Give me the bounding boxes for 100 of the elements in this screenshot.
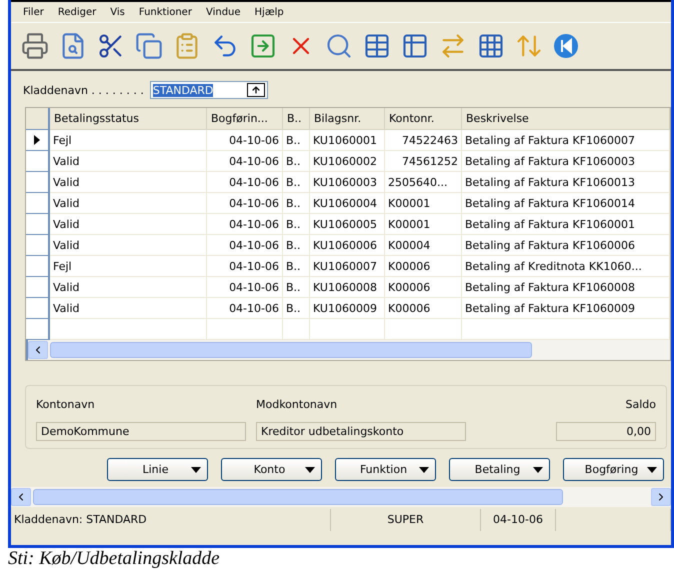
table-cell: K00001 bbox=[385, 193, 462, 214]
table-cell: B.. bbox=[283, 193, 310, 214]
table-cell: Betaling af Faktura KF1060014 bbox=[462, 193, 670, 214]
info-field: Kreditor udbetalingskonto bbox=[256, 422, 466, 441]
table-cell: 04-10-06 bbox=[207, 151, 283, 172]
table-cell: Betaling af Kreditnota KK1060... bbox=[462, 256, 670, 277]
copy-icon[interactable] bbox=[135, 32, 163, 60]
column-header[interactable]: Bilagsnr. bbox=[310, 108, 385, 130]
menu-item[interactable]: Hjælp bbox=[254, 6, 284, 18]
status-text: SUPER bbox=[331, 509, 481, 531]
menu-button[interactable]: Linie bbox=[107, 458, 208, 481]
caret-icon bbox=[533, 466, 543, 472]
table-cell: Betaling af Faktura KF1060003 bbox=[462, 151, 670, 172]
table-cell: B.. bbox=[283, 214, 310, 235]
menu-button[interactable]: Konto bbox=[221, 458, 322, 481]
menu-item[interactable]: Vindue bbox=[206, 6, 241, 18]
table-cell: B.. bbox=[283, 277, 310, 298]
table-cell: Betaling af Faktura KF1060013 bbox=[462, 172, 670, 193]
table-cell: 04-10-06 bbox=[207, 235, 283, 256]
table-cell: KU1060008 bbox=[310, 277, 385, 298]
table-cell: 04-10-06 bbox=[207, 193, 283, 214]
scroll-thumb[interactable] bbox=[33, 489, 563, 505]
table-cell: Valid bbox=[50, 298, 207, 319]
lookup-icon[interactable] bbox=[246, 83, 265, 97]
header-corner bbox=[26, 108, 50, 130]
search-icon[interactable] bbox=[325, 32, 353, 60]
column-header[interactable]: B.. bbox=[283, 108, 310, 130]
table-cell: B.. bbox=[283, 256, 310, 277]
caret-icon bbox=[305, 466, 315, 472]
table-icon[interactable] bbox=[363, 32, 391, 60]
table-cell: K00006 bbox=[385, 256, 462, 277]
column-header[interactable]: Kontonr. bbox=[385, 108, 462, 130]
column-header[interactable]: Bogførin... bbox=[207, 108, 283, 130]
table-cell: KU1060006 bbox=[310, 235, 385, 256]
menu-button[interactable]: Betaling bbox=[449, 458, 550, 481]
table-cell: Valid bbox=[50, 151, 207, 172]
menu-item[interactable]: Filer bbox=[23, 6, 44, 18]
caption: Sti: Køb/Udbetalingskladde bbox=[7, 548, 221, 570]
scroll-corner bbox=[26, 340, 28, 360]
table-cell: Valid bbox=[50, 277, 207, 298]
menu-item[interactable]: Rediger bbox=[58, 6, 96, 18]
info-field: 0,00 bbox=[556, 422, 656, 441]
table-cell: 74522463 bbox=[385, 130, 462, 151]
back-circle-icon[interactable] bbox=[553, 33, 579, 59]
status-text: Kladdenavn: STANDARD bbox=[11, 509, 331, 531]
status-text: 04-10-06 bbox=[481, 509, 556, 531]
table-cell: 04-10-06 bbox=[207, 298, 283, 319]
column-header[interactable]: Beskrivelse bbox=[462, 108, 670, 130]
table-cell: 04-10-06 bbox=[207, 214, 283, 235]
row-indicator[interactable] bbox=[26, 130, 50, 151]
table-cell: Betaling af Faktura KF1060008 bbox=[462, 277, 670, 298]
table-cell: 04-10-06 bbox=[207, 256, 283, 277]
table-cell: K00006 bbox=[385, 277, 462, 298]
scroll-left-icon[interactable] bbox=[28, 341, 48, 359]
table-cell: KU1060009 bbox=[310, 298, 385, 319]
info-label: Modkontonavn bbox=[256, 397, 338, 413]
table-cell: Fejl bbox=[50, 130, 207, 151]
menu-item[interactable]: Vis bbox=[110, 6, 125, 18]
table-cell: 04-10-06 bbox=[207, 172, 283, 193]
table-icon[interactable] bbox=[401, 32, 429, 60]
column-header[interactable]: Betalingsstatus bbox=[50, 108, 207, 130]
table-cell: 04-10-06 bbox=[207, 130, 283, 151]
table-cell: B.. bbox=[283, 151, 310, 172]
table-cell: B.. bbox=[283, 298, 310, 319]
info-label: Kontonavn bbox=[36, 397, 96, 413]
table-cell: KU1060005 bbox=[310, 214, 385, 235]
scroll-right-icon[interactable] bbox=[651, 488, 671, 506]
table-cell: K00004 bbox=[385, 235, 462, 256]
menu-item[interactable]: Funktioner bbox=[138, 6, 192, 18]
table-cell: B.. bbox=[283, 235, 310, 256]
table-cell: K00001 bbox=[385, 214, 462, 235]
scroll-thumb[interactable] bbox=[50, 342, 532, 358]
scroll-left-icon[interactable] bbox=[11, 488, 31, 506]
row-pointer-icon bbox=[34, 135, 40, 145]
caret-icon bbox=[647, 466, 657, 472]
table-cell: Valid bbox=[50, 193, 207, 214]
table-cell: KU1060007 bbox=[310, 256, 385, 277]
table-cell: Betaling af Faktura KF1060007 bbox=[462, 130, 670, 151]
printer-icon[interactable] bbox=[21, 32, 49, 60]
table-cell: 74561252 bbox=[385, 151, 462, 172]
grid-icon[interactable] bbox=[477, 32, 505, 60]
table-cell: KU1060004 bbox=[310, 193, 385, 214]
caret-icon bbox=[191, 466, 201, 472]
menu-button[interactable]: Bogføring bbox=[563, 458, 664, 481]
journal-name-field[interactable]: STANDARD bbox=[150, 81, 268, 99]
table-cell: K00006 bbox=[385, 298, 462, 319]
table-cell: Valid bbox=[50, 235, 207, 256]
table-cell: 04-10-06 bbox=[207, 277, 283, 298]
table-cell: Valid bbox=[50, 214, 207, 235]
table-cell: Fejl bbox=[50, 256, 207, 277]
table-cell: KU1060001 bbox=[310, 130, 385, 151]
table-cell: 2505640... bbox=[385, 172, 462, 193]
info-field: DemoKommune bbox=[36, 422, 246, 441]
table-cell: Betaling af Faktura KF1060001 bbox=[462, 214, 670, 235]
table-cell: Betaling af Faktura KF1060006 bbox=[462, 235, 670, 256]
table-cell: Valid bbox=[50, 172, 207, 193]
table-cell: KU1060003 bbox=[310, 172, 385, 193]
info-label: Saldo bbox=[624, 397, 656, 413]
menu-button[interactable]: Funktion bbox=[335, 458, 436, 481]
caret-icon bbox=[419, 466, 429, 472]
